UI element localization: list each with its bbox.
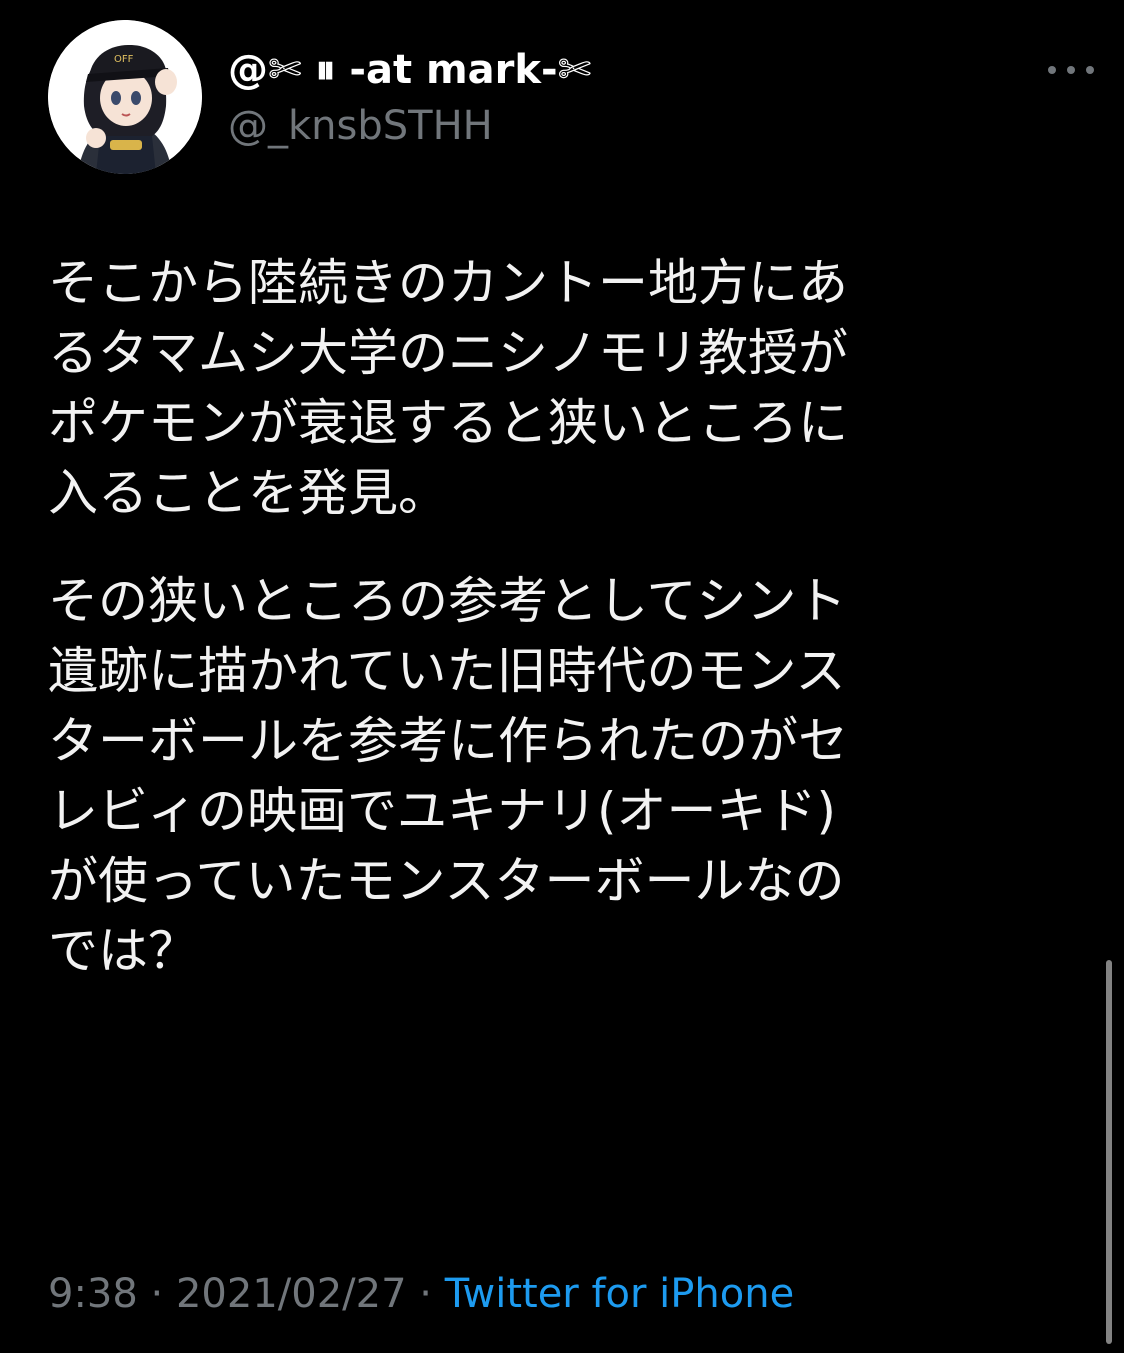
tweet-source-link[interactable]: Twitter for iPhone <box>445 1271 795 1317</box>
tweet-text: そこから陸続きのカントー地方にあ るタマムシ大学のニシノモリ教授が ポケモンが衰… <box>48 248 1048 1024</box>
tweet-paragraph-2: その狭いところの参考としてシント 遺跡に描かれていた旧時代のモンス ターボールを… <box>48 572 848 980</box>
tweet-date[interactable]: 2021/02/27 <box>176 1271 407 1317</box>
meta-separator: · <box>150 1271 164 1317</box>
tweet-meta: 9:38 · 2021/02/27 · Twitter for iPhone <box>48 1266 794 1322</box>
avatar[interactable]: OFF <box>48 20 202 174</box>
display-name[interactable]: @✄ ⏸ -at mark-✄ <box>228 42 591 98</box>
scrollbar[interactable] <box>1106 960 1112 1344</box>
meta-separator-2: · <box>419 1271 432 1317</box>
avatar-illustration: OFF <box>48 20 202 174</box>
more-horizontal-icon <box>1048 66 1056 74</box>
more-horizontal-icon-dot-3 <box>1086 66 1094 74</box>
svg-text:OFF: OFF <box>114 54 134 65</box>
tweet-paragraph-1: そこから陸続きのカントー地方にあ るタマムシ大学のニシノモリ教授が ポケモンが衰… <box>48 254 848 522</box>
tweet-time[interactable]: 9:38 <box>48 1271 138 1317</box>
more-options-button[interactable] <box>1048 52 1094 88</box>
tweet-detail: OFF @✄ ⏸ -at mark-✄ @_knsbSTHH そこから陸続きのカ… <box>0 0 1124 1353</box>
more-horizontal-icon-dot-2 <box>1067 66 1075 74</box>
handle[interactable]: @_knsbSTHH <box>228 98 493 154</box>
